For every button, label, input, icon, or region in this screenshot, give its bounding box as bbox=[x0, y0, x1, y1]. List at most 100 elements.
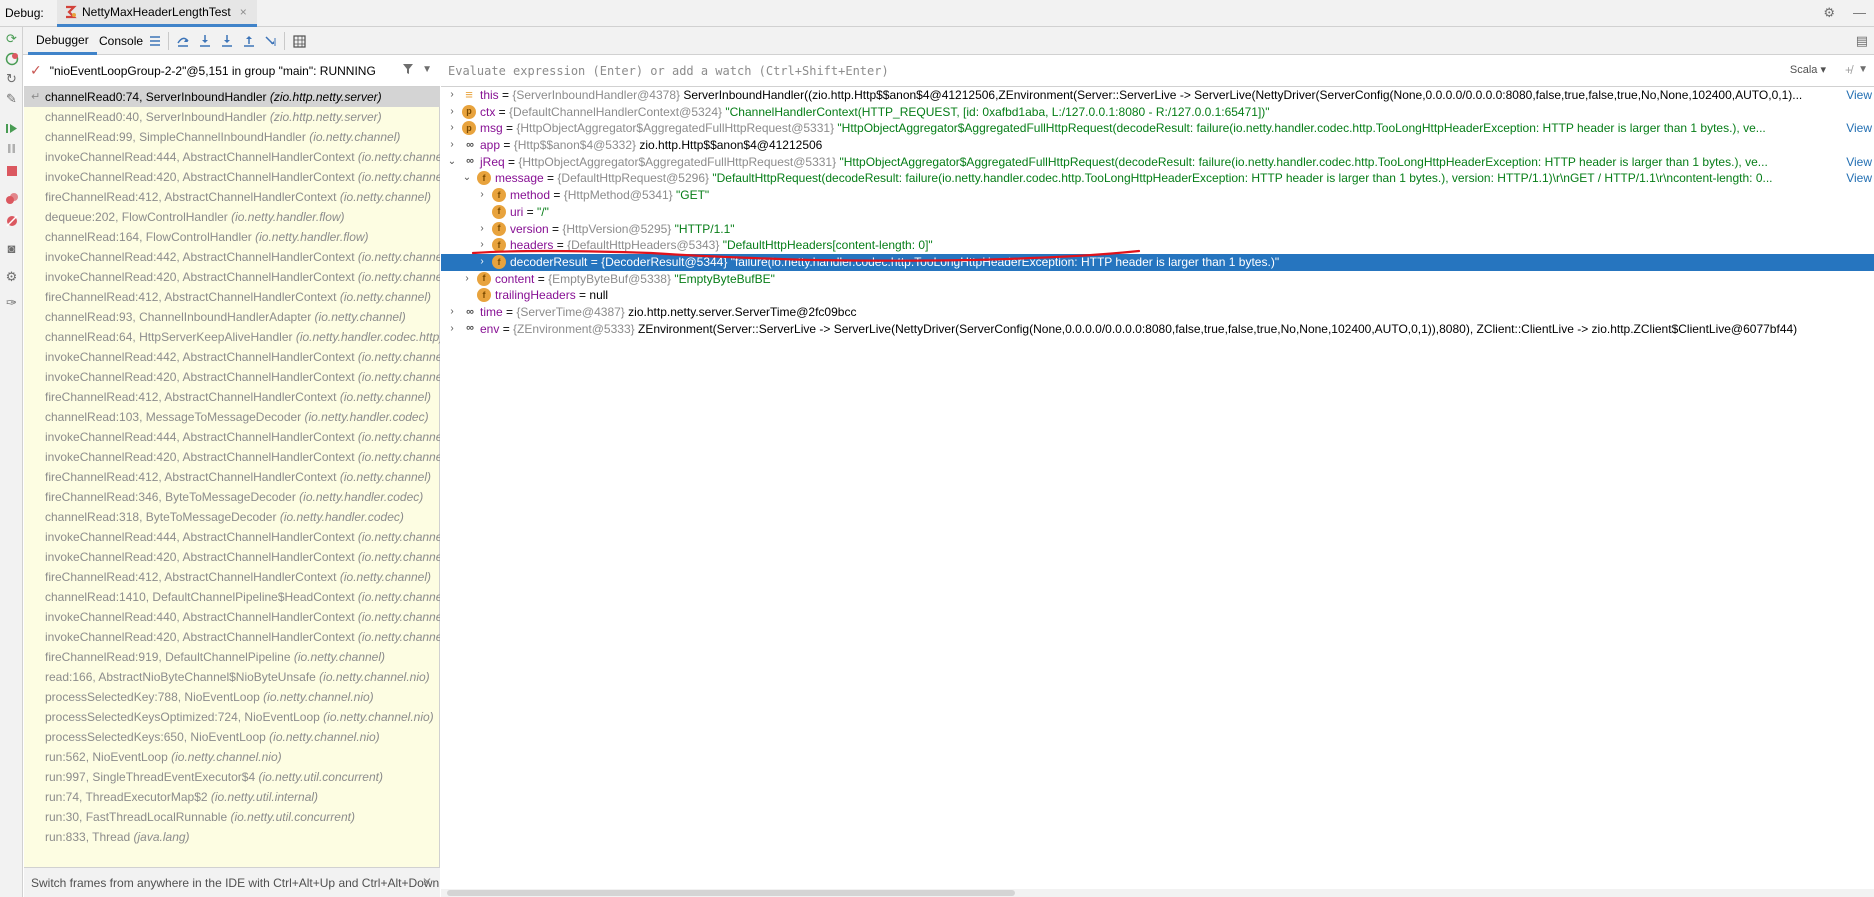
expand-chevron-icon[interactable]: › bbox=[477, 187, 487, 204]
frame-item[interactable]: channelRead:164, FlowControlHandler (io.… bbox=[24, 227, 440, 247]
frame-item[interactable]: fireChannelRead:412, AbstractChannelHand… bbox=[24, 287, 440, 307]
settings-gear-icon[interactable]: ⚙ bbox=[1823, 5, 1835, 21]
rerun-icon[interactable]: ⟳ bbox=[2, 29, 21, 48]
variable-row-this[interactable]: › ≡ this = {ServerInboundHandler@4378} Ser… bbox=[441, 87, 1874, 104]
view-link[interactable]: View bbox=[1844, 120, 1872, 138]
expand-chevron-icon[interactable]: › bbox=[447, 321, 457, 338]
frame-item[interactable]: invokeChannelRead:442, AbstractChannelHa… bbox=[24, 347, 440, 367]
chevron-down-icon[interactable]: ▼ bbox=[1858, 64, 1868, 75]
frame-item[interactable]: invokeChannelRead:420, AbstractChannelHa… bbox=[24, 267, 440, 287]
frame-item[interactable]: fireChannelRead:346, ByteToMessageDecode… bbox=[24, 487, 440, 507]
pause-icon[interactable] bbox=[2, 139, 21, 158]
variable-row-decoderResult[interactable]: › f decoderResult = {DecoderResult@5344} "… bbox=[441, 253, 1874, 271]
variable-row-headers[interactable]: › f headers = {DefaultHttpHeaders@5343} "D… bbox=[441, 237, 1874, 254]
horizontal-scrollbar[interactable] bbox=[441, 889, 1874, 897]
layout-settings-icon[interactable]: ▤ bbox=[1856, 33, 1868, 49]
thread-selector[interactable]: ✓ "nioEventLoopGroup-2-2"@5,151 in group… bbox=[24, 55, 440, 87]
variable-row-time[interactable]: › ∞ time = {ServerTime@4387} zio.http.nett… bbox=[441, 304, 1874, 321]
frame-item[interactable]: channelRead:1410, DefaultChannelPipeline… bbox=[24, 587, 440, 607]
step-over-icon[interactable] bbox=[174, 32, 192, 50]
step-into-icon[interactable] bbox=[196, 32, 214, 50]
view-link[interactable]: View bbox=[1844, 170, 1872, 188]
frame-item[interactable]: invokeChannelRead:444, AbstractChannelHa… bbox=[24, 427, 440, 447]
variable-row-method[interactable]: › f method = {HttpMethod@5341} "GET" bbox=[441, 187, 1874, 204]
frame-item[interactable]: processSelectedKeysOptimized:724, NioEve… bbox=[24, 707, 440, 727]
close-tab-icon[interactable]: × bbox=[240, 5, 247, 19]
view-link[interactable]: View bbox=[1844, 87, 1872, 104]
pin-tab-icon[interactable]: ✑ bbox=[2, 293, 21, 312]
frame-item[interactable]: dequeue:202, FlowControlHandler (io.nett… bbox=[24, 207, 440, 227]
frame-item[interactable]: run:562, NioEventLoop (io.netty.channel.… bbox=[24, 747, 440, 767]
frame-item[interactable]: channelRead0:40, ServerInboundHandler (z… bbox=[24, 107, 440, 127]
add-watch-icon[interactable]: +̸ bbox=[1845, 63, 1852, 77]
expand-chevron-icon[interactable]: › bbox=[462, 271, 472, 288]
variable-row-ctx[interactable]: › p ctx = {DefaultChannelHandlerContext@53… bbox=[441, 104, 1874, 121]
variable-row-jReq[interactable]: ⌄ ∞ jReq = {HttpObjectAggregator$Aggregate… bbox=[441, 153, 1874, 171]
frame-item[interactable]: invokeChannelRead:420, AbstractChannelHa… bbox=[24, 547, 440, 567]
layout-menu-icon[interactable] bbox=[146, 32, 164, 50]
chevron-down-icon[interactable]: ▼ bbox=[422, 64, 432, 75]
filter-icon[interactable] bbox=[402, 63, 414, 78]
view-link[interactable]: View bbox=[1844, 153, 1872, 171]
frame-item[interactable]: run:74, ThreadExecutorMap$2 (io.netty.ut… bbox=[24, 787, 440, 807]
run-to-cursor-icon[interactable] bbox=[262, 32, 280, 50]
frame-item[interactable]: run:30, FastThreadLocalRunnable (io.nett… bbox=[24, 807, 440, 827]
hide-panel-icon[interactable]: — bbox=[1853, 5, 1866, 21]
tab-debugger[interactable]: Debugger bbox=[28, 27, 97, 55]
step-out-icon[interactable] bbox=[240, 32, 258, 50]
collapse-chevron-icon[interactable]: ⌄ bbox=[462, 170, 472, 187]
frame-item[interactable]: fireChannelRead:919, DefaultChannelPipel… bbox=[24, 647, 440, 667]
expand-chevron-icon[interactable]: › bbox=[477, 254, 487, 271]
variable-row-env[interactable]: › ∞ env = {ZEnvironment@5333} ZEnvironment… bbox=[441, 321, 1874, 338]
frame-item[interactable]: processSelectedKeys:650, NioEventLoop (i… bbox=[24, 727, 440, 747]
frame-item[interactable]: channelRead:93, ChannelInboundHandlerAda… bbox=[24, 307, 440, 327]
frame-item[interactable]: invokeChannelRead:420, AbstractChannelHa… bbox=[24, 627, 440, 647]
camera-icon[interactable]: ◙ bbox=[2, 239, 21, 258]
view-breakpoints-icon[interactable] bbox=[2, 189, 21, 208]
variable-row-app[interactable]: › ∞ app = {Http$$anon$4@5332} zio.http.Htt… bbox=[441, 137, 1874, 154]
mute-breakpoints-icon[interactable] bbox=[2, 211, 21, 230]
frame-item[interactable]: invokeChannelRead:440, AbstractChannelHa… bbox=[24, 607, 440, 627]
frame-item[interactable]: ↵ channelRead0:74, ServerInboundHandler (… bbox=[24, 87, 440, 107]
frame-item[interactable]: fireChannelRead:412, AbstractChannelHand… bbox=[24, 567, 440, 587]
scrollbar-thumb[interactable] bbox=[447, 890, 1015, 896]
variable-row-content[interactable]: › f content = {EmptyByteBuf@5338} "EmptyBy… bbox=[441, 271, 1874, 288]
frame-item[interactable]: channelRead:103, MessageToMessageDecoder… bbox=[24, 407, 440, 427]
variable-row-msg[interactable]: › p msg = {HttpObjectAggregator$Aggregated… bbox=[441, 120, 1874, 138]
frame-item[interactable]: channelRead:318, ByteToMessageDecoder (i… bbox=[24, 507, 440, 527]
collapse-chevron-icon[interactable]: ⌄ bbox=[447, 154, 457, 171]
frame-item[interactable]: invokeChannelRead:444, AbstractChannelHa… bbox=[24, 147, 440, 167]
variable-row-version[interactable]: › f version = {HttpVersion@5295} "HTTP/1.1… bbox=[441, 221, 1874, 238]
resume-icon[interactable] bbox=[2, 119, 21, 138]
language-selector[interactable]: Scala ▾ bbox=[1790, 63, 1826, 76]
session-tab[interactable]: NettyMaxHeaderLengthTest × bbox=[57, 0, 257, 27]
expand-chevron-icon[interactable]: › bbox=[477, 221, 487, 238]
frame-item[interactable]: invokeChannelRead:420, AbstractChannelHa… bbox=[24, 367, 440, 387]
frame-item[interactable]: run:833, Thread (java.lang) bbox=[24, 827, 440, 847]
expand-chevron-icon[interactable]: › bbox=[447, 137, 457, 154]
tab-console[interactable]: Console bbox=[91, 27, 151, 55]
expand-chevron-icon[interactable]: › bbox=[447, 304, 457, 321]
expand-chevron-icon[interactable]: › bbox=[447, 104, 457, 121]
variable-row-trailingHeaders[interactable]: f trailingHeaders = null bbox=[441, 287, 1874, 304]
expand-chevron-icon[interactable]: › bbox=[477, 237, 487, 254]
frame-item[interactable]: fireChannelRead:412, AbstractChannelHand… bbox=[24, 187, 440, 207]
frame-item[interactable]: invokeChannelRead:420, AbstractChannelHa… bbox=[24, 167, 440, 187]
variable-row-message[interactable]: ⌄ f message = {DefaultHttpRequest@5296} "D… bbox=[441, 170, 1874, 188]
wrench-icon[interactable]: ✎ bbox=[2, 89, 21, 108]
frame-item[interactable]: processSelectedKey:788, NioEventLoop (io… bbox=[24, 687, 440, 707]
evaluate-expression-icon[interactable] bbox=[290, 32, 308, 50]
expand-chevron-icon[interactable]: › bbox=[447, 87, 457, 104]
frame-item[interactable]: invokeChannelRead:444, AbstractChannelHa… bbox=[24, 527, 440, 547]
frame-item[interactable]: fireChannelRead:412, AbstractChannelHand… bbox=[24, 387, 440, 407]
variable-row-uri[interactable]: f uri = "/" bbox=[441, 204, 1874, 221]
stop-icon[interactable] bbox=[2, 161, 21, 180]
frame-item[interactable]: invokeChannelRead:420, AbstractChannelHa… bbox=[24, 447, 440, 467]
evaluate-expression-field[interactable]: Evaluate expression (Enter) or add a wat… bbox=[441, 55, 1874, 87]
close-tip-icon[interactable]: ✕ bbox=[422, 875, 432, 889]
settings-gear-icon[interactable]: ⚙ bbox=[2, 267, 21, 286]
frame-item[interactable]: invokeChannelRead:442, AbstractChannelHa… bbox=[24, 247, 440, 267]
frame-item[interactable]: channelRead:64, HttpServerKeepAliveHandl… bbox=[24, 327, 440, 347]
frame-item[interactable]: run:997, SingleThreadEventExecutor$4 (io… bbox=[24, 767, 440, 787]
force-step-into-icon[interactable] bbox=[218, 32, 236, 50]
